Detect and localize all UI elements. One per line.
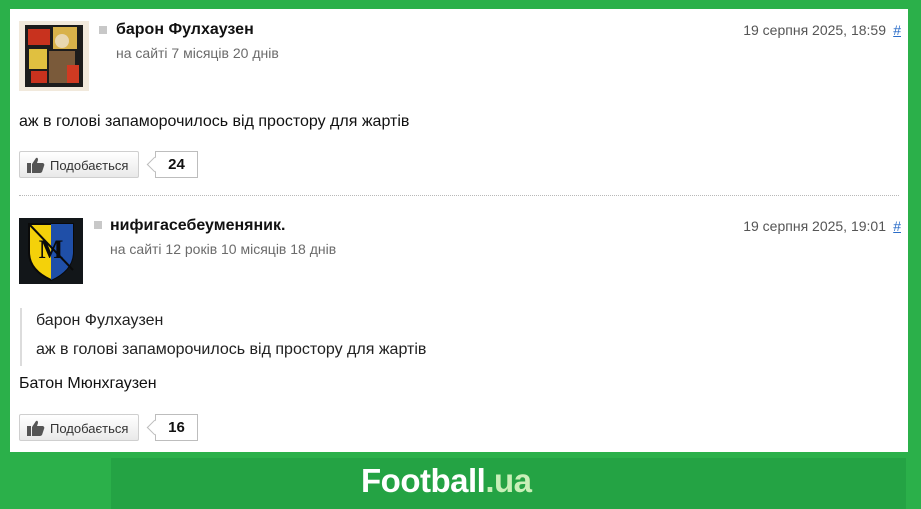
comment-date: 19 серпня 2025, 18:59 [743, 22, 886, 38]
comment-date: 19 серпня 2025, 19:01 [743, 218, 886, 234]
comment-permalink[interactable]: # [893, 22, 901, 38]
logo-domain: .ua [485, 462, 532, 499]
online-status-indicator [99, 26, 107, 34]
user-avatar[interactable] [19, 21, 89, 91]
comment-author[interactable]: барон Фулхаузен [116, 21, 254, 39]
logo-wordmark: Football [361, 462, 486, 499]
like-button[interactable]: Подобається [19, 414, 139, 441]
like-button[interactable]: Подобається [19, 151, 139, 178]
quote-text: аж в голові запаморочилось від простору … [36, 341, 427, 358]
comments-panel: барон Фулхаузен на сайті 7 місяців 20 дн… [10, 9, 908, 452]
like-count: 24 [155, 151, 198, 178]
like-count: 16 [155, 414, 198, 441]
like-button-label: Подобається [50, 158, 129, 173]
svg-text:M: M [39, 235, 64, 264]
comment-divider [19, 195, 899, 196]
comment-text: аж в голові запаморочилось від простору … [19, 113, 410, 130]
user-avatar[interactable]: M [19, 218, 83, 284]
comment-text: Батон Мюнхгаузен [19, 375, 157, 392]
member-since: на сайті 12 років 10 місяців 18 днів [110, 241, 337, 257]
online-status-indicator [94, 221, 102, 229]
comment-permalink[interactable]: # [893, 218, 901, 234]
site-footer: Football.ua [111, 458, 906, 509]
site-logo[interactable]: Football.ua [361, 462, 532, 500]
quoted-comment: барон Фулхаузен аж в голові запаморочило… [20, 308, 622, 366]
quote-author: барон Фулхаузен [36, 312, 164, 329]
member-since: на сайті 7 місяців 20 днів [116, 45, 279, 61]
comment-author[interactable]: нифигасебеуменяник. [110, 217, 285, 235]
like-button-label: Подобається [50, 421, 129, 436]
